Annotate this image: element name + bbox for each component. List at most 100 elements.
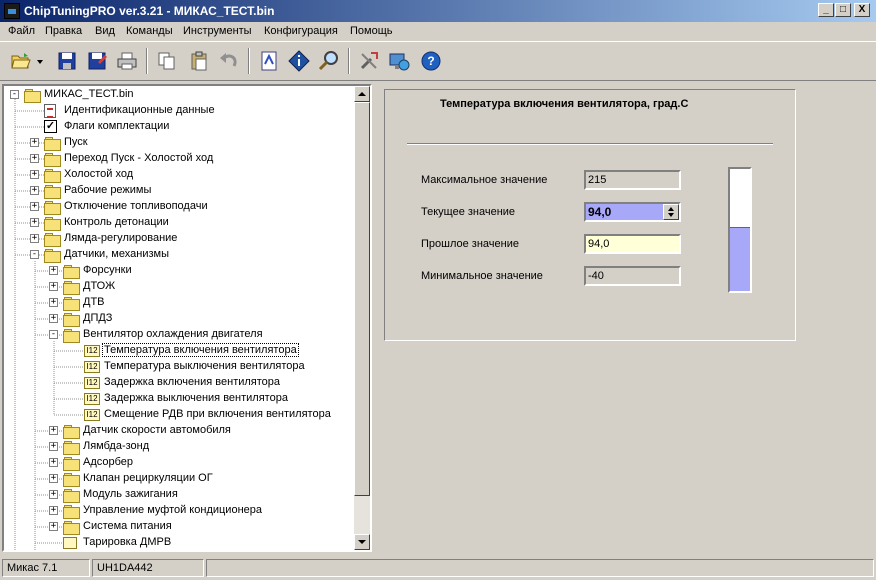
panel-splitter[interactable] — [374, 84, 377, 552]
scroll-thumb[interactable] — [354, 102, 370, 496]
tree-item-label: Датчики, механизмы — [64, 248, 169, 260]
toolbar: ? — [0, 41, 876, 81]
expand-icon[interactable]: + — [49, 458, 58, 467]
min-value-field: -40 — [584, 266, 681, 286]
checkbox-icon: ✓ — [44, 120, 57, 133]
tools-icon[interactable] — [356, 48, 382, 74]
tree-item-label: Задержка выключения вентилятора — [104, 392, 288, 404]
menu-view[interactable]: Вид — [95, 25, 115, 37]
tree-item-label: Датчик скорости автомобиля — [83, 424, 231, 436]
expand-icon[interactable]: + — [49, 442, 58, 451]
undo-icon[interactable] — [216, 48, 242, 74]
folder-icon — [63, 313, 80, 327]
max-value-label: Максимальное значение — [421, 174, 548, 186]
tree-item-label: Клапан рециркуляции ОГ — [83, 472, 213, 484]
tree-item-label: Вентилятор охлаждения двигателя — [83, 328, 263, 340]
expand-icon[interactable]: + — [30, 154, 39, 163]
folder-icon — [44, 137, 61, 151]
toolbar-separator — [248, 48, 250, 74]
save-icon[interactable] — [54, 48, 80, 74]
tree-item-label: Рабочие режимы — [64, 184, 152, 196]
search-icon[interactable] — [316, 48, 342, 74]
toolbar-separator — [348, 48, 350, 74]
paste-icon[interactable] — [186, 48, 212, 74]
folder-icon — [44, 217, 61, 231]
folder-icon — [44, 185, 61, 199]
param-icon: I12 — [84, 409, 100, 421]
folder-open-icon — [63, 329, 80, 343]
folder-icon — [63, 521, 80, 535]
expand-icon[interactable]: + — [30, 234, 39, 243]
tree-item-label: Флаги комплектации — [64, 120, 170, 132]
tree-root-label: МИКАС_ТЕСТ.bin — [44, 88, 134, 100]
tree-item-label: ДТОЖ — [83, 280, 116, 292]
tree-item-label: Температура выключения вентилятора — [104, 360, 305, 372]
info-icon[interactable] — [286, 48, 312, 74]
folder-icon — [44, 169, 61, 183]
param-icon: I12 — [84, 345, 100, 357]
print-icon[interactable] — [114, 48, 140, 74]
open-icon[interactable] — [8, 48, 34, 74]
scroll-up-button[interactable] — [354, 86, 370, 102]
expand-icon[interactable]: + — [30, 138, 39, 147]
expand-icon[interactable]: + — [49, 490, 58, 499]
save-as-icon[interactable] — [84, 48, 110, 74]
collapse-icon[interactable]: - — [30, 250, 39, 259]
compare-icon[interactable] — [256, 48, 282, 74]
vertical-scrollbar[interactable] — [354, 86, 370, 550]
window-controls: _ □ X — [817, 3, 870, 17]
connect-icon[interactable] — [386, 48, 412, 74]
status-empty — [206, 559, 874, 577]
folder-icon — [63, 505, 80, 519]
parameter-panel: Температура включения вентилятора, град.… — [384, 89, 796, 341]
collapse-icon[interactable]: - — [10, 90, 19, 99]
expand-icon[interactable]: + — [49, 474, 58, 483]
current-value-text: 94,0 — [588, 205, 612, 219]
minimize-button[interactable]: _ — [818, 3, 834, 17]
tree-panel[interactable]: - МИКАС_ТЕСТ.bin Идентификационные данные ✓… — [2, 84, 372, 552]
expand-icon[interactable]: + — [49, 522, 58, 531]
expand-icon[interactable]: + — [49, 314, 58, 323]
tree-item-label: Идентификационные данные — [64, 104, 215, 116]
current-value-input[interactable]: 94,0 — [584, 202, 681, 222]
maximize-button[interactable]: □ — [835, 3, 851, 17]
toolbar-separator — [146, 48, 148, 74]
expand-icon[interactable]: + — [49, 506, 58, 515]
expand-icon[interactable]: + — [30, 202, 39, 211]
dropdown-arrow-icon[interactable] — [34, 48, 46, 74]
parameter-title: Температура включения вентилятора, град.… — [440, 98, 689, 110]
param-icon: I12 — [84, 393, 100, 405]
tree-item-label: Система питания — [83, 520, 172, 532]
arrow-down-icon — [358, 540, 366, 544]
menu-configuration[interactable]: Конфигурация — [264, 25, 338, 37]
value-gauge — [728, 167, 752, 293]
expand-icon[interactable]: + — [49, 298, 58, 307]
scroll-down-button[interactable] — [354, 534, 370, 550]
window-title: ChipTuningPRO ver.3.21 - МИКАС_ТЕСТ.bin — [24, 4, 275, 18]
menu-commands[interactable]: Команды — [126, 25, 173, 37]
folder-icon — [63, 489, 80, 503]
folder-icon — [44, 233, 61, 247]
close-button[interactable]: X — [854, 3, 870, 17]
divider — [407, 143, 773, 145]
tree-item-label: Смещение РДВ при включения вентилятора — [104, 408, 331, 420]
expand-icon[interactable]: + — [30, 170, 39, 179]
spin-button[interactable] — [663, 204, 679, 220]
help-icon[interactable]: ? — [418, 48, 444, 74]
tree-item-label: Лямда-регулирование — [64, 232, 178, 244]
menu-tools[interactable]: Инструменты — [183, 25, 252, 37]
expand-icon[interactable]: + — [30, 218, 39, 227]
chart-icon — [63, 537, 77, 549]
expand-icon[interactable]: + — [49, 266, 58, 275]
menu-edit[interactable]: Правка — [45, 25, 82, 37]
collapse-icon[interactable]: - — [49, 330, 58, 339]
copy-icon[interactable] — [154, 48, 180, 74]
svg-text:?: ? — [427, 54, 434, 68]
expand-icon[interactable]: + — [49, 426, 58, 435]
menu-help[interactable]: Помощь — [350, 25, 393, 37]
expand-icon[interactable]: + — [49, 282, 58, 291]
menu-file[interactable]: Файл — [8, 25, 35, 37]
current-value-label: Текущее значение — [421, 206, 516, 218]
expand-icon[interactable]: + — [30, 186, 39, 195]
arrow-up-icon — [358, 92, 366, 96]
